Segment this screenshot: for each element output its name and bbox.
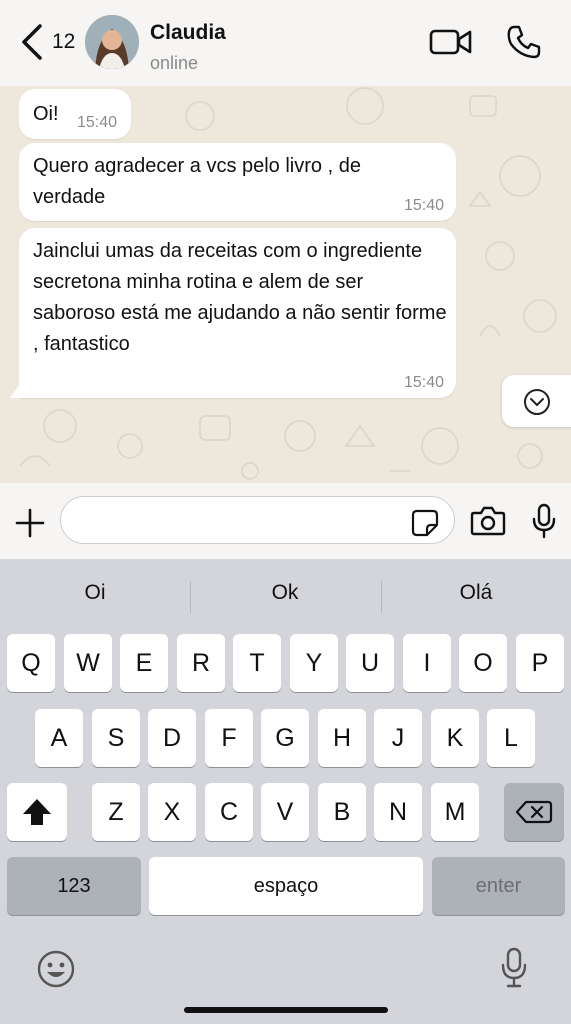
key-v[interactable]: V	[261, 783, 309, 841]
key-a[interactable]: A	[35, 709, 83, 767]
key-i[interactable]: I	[403, 634, 451, 692]
message-time: 15:40	[77, 114, 118, 131]
key-z[interactable]: Z	[92, 783, 140, 841]
message-bubble[interactable]: Jainclui umas da receitas com o ingredie…	[19, 228, 456, 398]
key-r[interactable]: R	[177, 634, 225, 692]
space-key[interactable]: espaço	[149, 857, 423, 915]
avatar[interactable]	[85, 15, 139, 69]
suggestion-item[interactable]: Ok	[190, 581, 380, 605]
enter-key[interactable]: enter	[432, 857, 565, 915]
camera-icon[interactable]	[470, 506, 506, 536]
contact-name[interactable]: Claudia	[150, 21, 226, 45]
numbers-key[interactable]: 123	[7, 857, 141, 915]
dictation-microphone-icon[interactable]	[500, 947, 528, 989]
key-x[interactable]: X	[148, 783, 196, 841]
sticker-icon[interactable]	[411, 509, 439, 537]
key-f[interactable]: F	[205, 709, 253, 767]
message-input[interactable]	[77, 507, 401, 535]
key-s[interactable]: S	[92, 709, 140, 767]
home-indicator[interactable]	[184, 1007, 388, 1013]
key-y[interactable]: Y	[290, 634, 338, 692]
on-screen-keyboard: Oi Ok Olá Q W E R T Y U I O P A S D F G …	[0, 559, 571, 1024]
video-call-icon[interactable]	[428, 26, 474, 58]
key-p[interactable]: P	[516, 634, 564, 692]
chat-header: 12 Claudia online	[0, 0, 571, 86]
contact-status: online	[150, 53, 199, 73]
key-h[interactable]: H	[318, 709, 366, 767]
key-q[interactable]: Q	[7, 634, 55, 692]
message-bubble[interactable]: Quero agradecer a vcs pelo livro , de ve…	[19, 143, 456, 221]
shift-key[interactable]	[7, 783, 67, 841]
message-time: 15:40	[403, 197, 444, 214]
key-e[interactable]: E	[120, 634, 168, 692]
key-w[interactable]: W	[64, 634, 112, 692]
key-o[interactable]: O	[459, 634, 507, 692]
key-k[interactable]: K	[431, 709, 479, 767]
key-m[interactable]: M	[431, 783, 479, 841]
key-t[interactable]: T	[233, 634, 281, 692]
shift-arrow-icon	[23, 799, 51, 825]
key-b[interactable]: B	[318, 783, 366, 841]
key-d[interactable]: D	[148, 709, 196, 767]
unread-count[interactable]: 12	[52, 30, 75, 54]
message-text: Quero agradecer a vcs pelo livro , de ve…	[33, 155, 361, 208]
chat-area[interactable]: Oi! 15:40 Quero agradecer a vcs pelo liv…	[0, 86, 571, 483]
phone-call-icon[interactable]	[506, 24, 542, 60]
key-c[interactable]: C	[205, 783, 253, 841]
suggestion-item[interactable]: Oi	[0, 581, 190, 605]
chevron-down-icon	[524, 389, 550, 415]
key-u[interactable]: U	[346, 634, 394, 692]
message-bubble[interactable]: Oi! 15:40	[19, 89, 131, 139]
message-time: 15:40	[403, 374, 444, 391]
suggestion-item[interactable]: Olá	[381, 581, 571, 605]
key-g[interactable]: G	[261, 709, 309, 767]
message-input-container[interactable]	[60, 496, 455, 544]
message-text: Oi!	[33, 103, 59, 125]
backspace-icon	[515, 800, 553, 824]
message-composer	[0, 483, 571, 559]
microphone-icon[interactable]	[530, 503, 558, 539]
back-arrow-icon[interactable]	[18, 22, 46, 62]
emoji-icon[interactable]	[36, 949, 76, 989]
key-j[interactable]: J	[374, 709, 422, 767]
plus-icon[interactable]	[14, 507, 46, 539]
key-n[interactable]: N	[374, 783, 422, 841]
message-text: Jainclui umas da receitas com o ingredie…	[33, 240, 447, 355]
scroll-to-bottom-button[interactable]	[502, 375, 571, 427]
key-l[interactable]: L	[487, 709, 535, 767]
backspace-key[interactable]	[504, 783, 564, 841]
